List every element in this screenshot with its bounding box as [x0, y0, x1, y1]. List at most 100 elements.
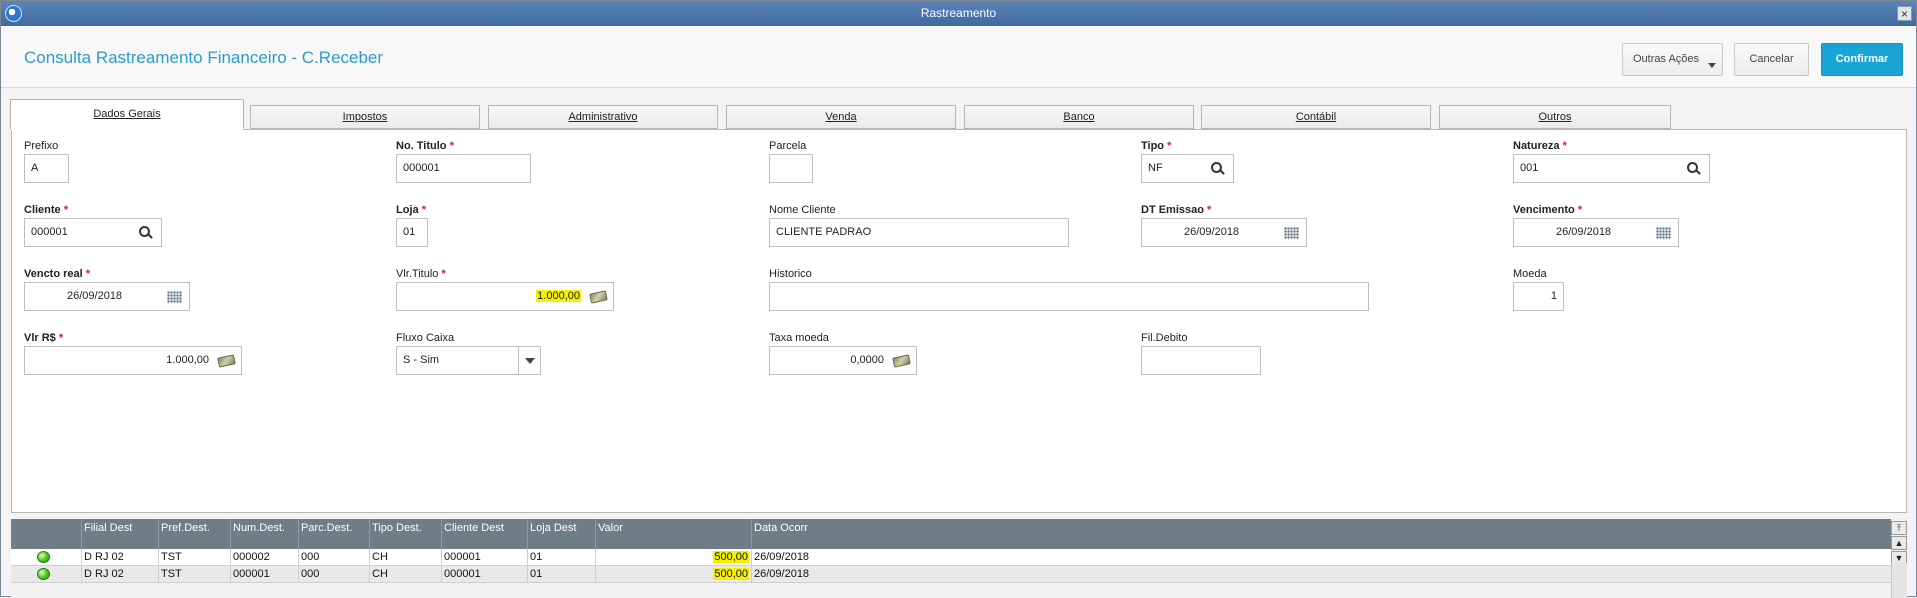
- table-row[interactable]: D RJ 02 TST 000001 000 CH 000001 01 500,…: [11, 566, 1891, 583]
- tipo-field[interactable]: NF: [1141, 154, 1234, 183]
- nome-cliente-value: CLIENTE PADRAO: [776, 226, 872, 238]
- no-titulo-value: 000001: [403, 162, 440, 174]
- cancel-button[interactable]: Cancelar: [1734, 43, 1809, 76]
- required-mark: *: [449, 140, 454, 152]
- window-title: Rastreamento: [920, 6, 997, 20]
- grid-col-header[interactable]: Valor: [595, 519, 751, 549]
- vlr-titulo-field[interactable]: 1.000,00: [396, 282, 614, 311]
- grid-cell: 26/09/2018: [751, 566, 1891, 583]
- grid-col-header[interactable]: Data Ocorr: [751, 519, 1891, 549]
- grid-cell: 26/09/2018: [751, 549, 1891, 566]
- tipo-label: Tipo *: [1141, 140, 1171, 152]
- vlr-rs-field[interactable]: 1.000,00: [24, 346, 242, 375]
- prefixo-value: A: [31, 162, 39, 174]
- grid-col-header[interactable]: Tipo Dest.: [369, 519, 441, 549]
- grid-col-header[interactable]: Cliente Dest: [441, 519, 527, 549]
- moeda-field[interactable]: 1: [1513, 282, 1564, 311]
- parcela-field[interactable]: [769, 154, 813, 183]
- cliente-field[interactable]: 000001: [24, 218, 162, 247]
- app-logo-icon: [5, 5, 22, 22]
- money-icon[interactable]: [589, 290, 608, 304]
- taxa-moeda-field[interactable]: 0,0000: [769, 346, 917, 375]
- table-row[interactable]: D RJ 02 TST 000002 000 CH 000001 01 500,…: [11, 549, 1891, 566]
- grid-cell-valor: 500,00: [595, 549, 751, 566]
- tab-administrativo[interactable]: Administrativo: [488, 105, 718, 129]
- scroll-up-icon[interactable]: ▲: [1891, 536, 1907, 550]
- tracking-grid: Filial Dest Pref.Dest. Num.Dest. Parc.De…: [11, 519, 1891, 598]
- loja-field[interactable]: 01: [396, 218, 428, 247]
- moeda-label: Moeda: [1513, 268, 1547, 280]
- money-icon[interactable]: [892, 354, 911, 368]
- grid-cell: TST: [158, 566, 230, 583]
- search-icon[interactable]: [139, 226, 153, 240]
- search-icon[interactable]: [1211, 162, 1225, 176]
- valor-highlight: 500,00: [713, 568, 749, 580]
- grid-cell: 000001: [441, 566, 527, 583]
- chevron-down-icon: [1708, 63, 1716, 68]
- confirm-button[interactable]: Confirmar: [1821, 43, 1903, 76]
- historico-field[interactable]: [769, 282, 1369, 311]
- grid-col-header[interactable]: Loja Dest: [527, 519, 595, 549]
- fluxo-caixa-label: Fluxo Caixa: [396, 332, 455, 344]
- fluxo-caixa-select[interactable]: S - Sim: [396, 346, 541, 375]
- natureza-label: Natureza *: [1513, 140, 1567, 152]
- natureza-field[interactable]: 001: [1513, 154, 1710, 183]
- calendar-icon[interactable]: [1656, 227, 1671, 239]
- tab-venda[interactable]: Venda: [726, 105, 956, 129]
- vlr-rs-label-text: Vlr R$: [24, 332, 56, 344]
- loja-label-text: Loja: [396, 204, 419, 216]
- tab-banco[interactable]: Banco: [964, 105, 1194, 129]
- no-titulo-label-text: No. Titulo: [396, 140, 447, 152]
- required-mark: *: [1577, 204, 1583, 216]
- vlr-titulo-value: 1.000,00: [536, 290, 581, 302]
- other-actions-button[interactable]: Outras Ações: [1622, 43, 1723, 76]
- taxa-moeda-label: Taxa moeda: [769, 332, 829, 344]
- vencimento-label: Vencimento *: [1513, 204, 1582, 216]
- grid-col-header[interactable]: Parc.Dest.: [298, 519, 369, 549]
- grid-cell: 01: [527, 566, 595, 583]
- form-panel: [11, 129, 1907, 513]
- required-mark: *: [1167, 140, 1172, 152]
- no-titulo-field[interactable]: 000001: [396, 154, 531, 183]
- vlr-rs-value: 1.000,00: [166, 354, 209, 366]
- fil-debito-field[interactable]: [1141, 346, 1261, 375]
- natureza-value: 001: [1520, 162, 1539, 174]
- fil-debito-label: Fil.Debito: [1141, 332, 1188, 344]
- required-mark: *: [421, 204, 426, 216]
- vencimento-field[interactable]: 26/09/2018: [1513, 218, 1679, 247]
- grid-col-header[interactable]: Pref.Dest.: [158, 519, 230, 549]
- tab-dados-gerais[interactable]: Dados Gerais: [10, 99, 244, 130]
- calendar-icon[interactable]: [1284, 227, 1299, 239]
- title-bar: Rastreamento ×: [1, 1, 1916, 26]
- tab-contabil[interactable]: Contábil: [1201, 105, 1431, 129]
- prefixo-label: Prefixo: [24, 140, 59, 152]
- tab-impostos[interactable]: Impostos: [250, 105, 480, 129]
- scroll-top-icon[interactable]: ⤒: [1891, 521, 1907, 535]
- other-actions-label: Outras Ações: [1633, 53, 1700, 65]
- dt-emissao-value: 26/09/2018: [1184, 226, 1240, 238]
- fluxo-caixa-value: S - Sim: [403, 354, 440, 366]
- grid-cell: CH: [369, 549, 441, 566]
- search-icon[interactable]: [1687, 162, 1701, 176]
- vlr-titulo-label-text: Vlr.Titulo: [396, 268, 439, 280]
- grid-cell: 000002: [230, 549, 298, 566]
- dt-emissao-field[interactable]: 26/09/2018: [1141, 218, 1307, 247]
- vencto-real-field[interactable]: 26/09/2018: [24, 282, 190, 311]
- grid-scrollbar[interactable]: [1891, 563, 1907, 598]
- close-icon[interactable]: ×: [1897, 6, 1912, 21]
- chevron-down-icon[interactable]: [518, 347, 540, 374]
- prefixo-field[interactable]: A: [24, 154, 69, 183]
- grid-cell: D RJ 02: [81, 549, 158, 566]
- status-green-icon: [37, 551, 50, 563]
- vencimento-label-text: Vencimento: [1513, 204, 1575, 216]
- grid-col-header[interactable]: Num.Dest.: [230, 519, 298, 549]
- no-titulo-label: No. Titulo *: [396, 140, 454, 152]
- calendar-icon[interactable]: [167, 291, 182, 303]
- nome-cliente-field[interactable]: CLIENTE PADRAO: [769, 218, 1069, 247]
- rastreamento-window: Rastreamento × Consulta Rastreamento Fin…: [0, 0, 1917, 598]
- historico-label: Historico: [769, 268, 812, 280]
- money-icon[interactable]: [217, 354, 236, 368]
- grid-col-header[interactable]: Filial Dest: [81, 519, 158, 549]
- vencto-real-value: 26/09/2018: [67, 290, 123, 302]
- tab-outros[interactable]: Outros: [1439, 105, 1671, 129]
